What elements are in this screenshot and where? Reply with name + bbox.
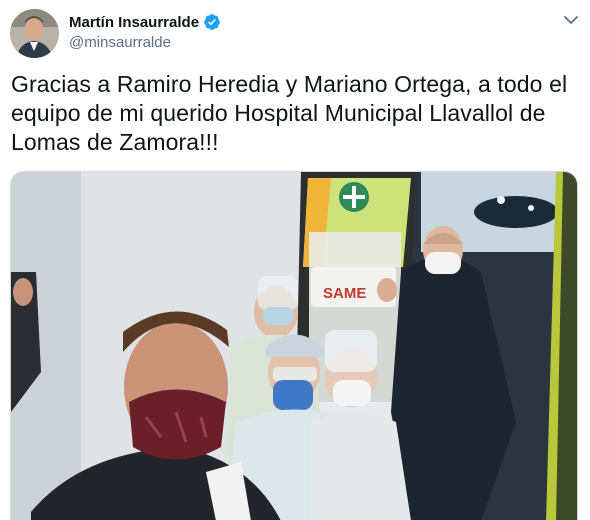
ambulance-label: SAME — [323, 285, 366, 302]
author-handle[interactable]: @minsaurralde — [69, 34, 171, 51]
author-display-name[interactable]: Martín Insaurralde — [69, 14, 199, 31]
author-avatar[interactable] — [10, 9, 59, 58]
chevron-down-icon[interactable] — [562, 13, 580, 27]
verified-badge-icon — [203, 13, 221, 31]
author-name-row: Martín Insaurralde — [69, 12, 221, 32]
tweet-card: Martín Insaurralde @minsaurralde Gracias… — [0, 0, 590, 520]
tweet-text: Gracias a Ramiro Heredia y Mariano Orteg… — [11, 71, 568, 155]
tweet-photo[interactable]: SAME — [10, 171, 578, 520]
